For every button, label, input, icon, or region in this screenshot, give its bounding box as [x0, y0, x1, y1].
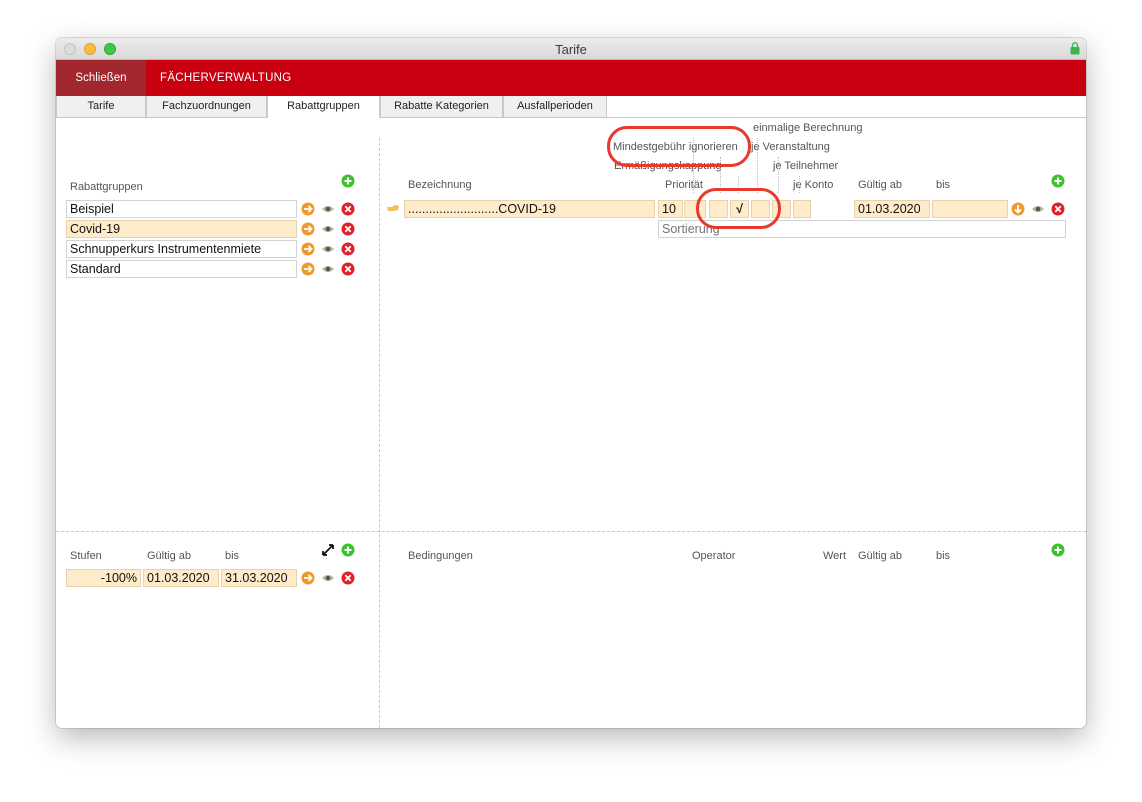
conditions-bis-header: bis [936, 550, 951, 562]
expand-icon[interactable] [321, 543, 335, 557]
title-bar: Tarife [56, 38, 1086, 60]
header-leader [799, 176, 800, 193]
add-condition-icon[interactable] [1051, 543, 1065, 557]
eye-icon[interactable] [321, 571, 335, 585]
group-name-field[interactable]: Beispiel [66, 200, 297, 218]
section-label: FÄCHERVERWALTUNG [160, 72, 292, 84]
delete-icon[interactable] [341, 242, 355, 256]
tab-tarife[interactable]: Tarife [56, 96, 146, 118]
gueltig-ab-header: Gültig ab [858, 179, 903, 191]
delete-icon[interactable] [341, 262, 355, 276]
arrow-right-icon[interactable] [301, 262, 315, 276]
je-veranstaltung-header: je Veranstaltung [751, 141, 830, 153]
discount-name-field[interactable]: ..........................COVID-19 [404, 200, 655, 218]
groups-header: Rabattgruppen [70, 181, 143, 193]
header-leader [757, 138, 758, 193]
close-button[interactable]: Schließen [56, 60, 146, 96]
je-teilnehmer-header: je Teilnehmer [773, 160, 839, 172]
lock-icon [1070, 42, 1080, 55]
wert-header: Wert [823, 550, 847, 562]
annotation-circle [607, 126, 751, 167]
delete-icon[interactable] [341, 222, 355, 236]
horizontal-divider [56, 531, 1086, 532]
delete-icon[interactable] [1051, 202, 1065, 216]
move-down-icon[interactable] [1011, 202, 1025, 216]
eye-icon[interactable] [321, 262, 335, 276]
valid-to-field[interactable] [932, 200, 1008, 218]
eye-icon[interactable] [1031, 202, 1045, 216]
group-name-field[interactable]: Standard [66, 260, 297, 278]
group-name-field[interactable]: Schnupperkurs Instrumentenmiete [66, 240, 297, 258]
window-title: Tarife [555, 42, 587, 57]
tab-rabattgruppen[interactable]: Rabattgruppen [267, 96, 380, 118]
bedingungen-header: Bedingungen [408, 550, 473, 562]
valid-from-field[interactable]: 01.03.2020 [854, 200, 930, 218]
stufen-gueltig-ab-header: Gültig ab [147, 550, 192, 562]
header-leader [778, 157, 779, 193]
app-window: Tarife Schließen FÄCHERVERWALTUNG Tarife… [56, 38, 1086, 728]
add-discount-icon[interactable] [1051, 174, 1065, 188]
stufe-value-field[interactable]: -100% [66, 569, 141, 587]
add-stufe-icon[interactable] [341, 543, 355, 557]
add-group-icon[interactable] [341, 174, 355, 188]
priority-field[interactable]: 10 [658, 200, 683, 218]
je-konto-checkbox[interactable] [793, 200, 811, 218]
stufe-to-field[interactable]: 31.03.2020 [221, 569, 297, 587]
tab-bar: Tarife Fachzuordnungen Rabattgruppen Rab… [56, 96, 1086, 118]
bezeichnung-header: Bezeichnung [408, 179, 472, 191]
arrow-right-icon[interactable] [301, 222, 315, 236]
menu-bar: Schließen FÄCHERVERWALTUNG [56, 60, 1086, 96]
stufen-header: Stufen [70, 550, 102, 562]
stufen-bis-header: bis [225, 550, 240, 562]
operator-header: Operator [692, 550, 736, 562]
delete-icon[interactable] [341, 571, 355, 585]
einmalig-header: einmalige Berechnung [753, 122, 863, 134]
row-handle-icon[interactable] [386, 205, 400, 213]
conditions-gueltig-ab-header: Gültig ab [858, 550, 903, 562]
tab-fachzuordnungen[interactable]: Fachzuordnungen [146, 96, 267, 118]
annotation-circle [696, 188, 781, 229]
eye-icon[interactable] [321, 202, 335, 216]
eye-icon[interactable] [321, 222, 335, 236]
eye-icon[interactable] [321, 242, 335, 256]
arrow-right-icon[interactable] [301, 242, 315, 256]
tab-rabatte-kategorien[interactable]: Rabatte Kategorien [380, 96, 503, 118]
bis-header: bis [936, 179, 951, 191]
vertical-divider [379, 138, 380, 728]
tab-ausfallperioden[interactable]: Ausfallperioden [503, 96, 607, 118]
arrow-right-icon[interactable] [301, 202, 315, 216]
stufe-from-field[interactable]: 01.03.2020 [143, 569, 219, 587]
group-name-field[interactable]: Covid-19 [66, 220, 297, 238]
arrow-right-icon[interactable] [301, 571, 315, 585]
delete-icon[interactable] [341, 202, 355, 216]
prioritaet-header: Priorität [665, 179, 703, 191]
